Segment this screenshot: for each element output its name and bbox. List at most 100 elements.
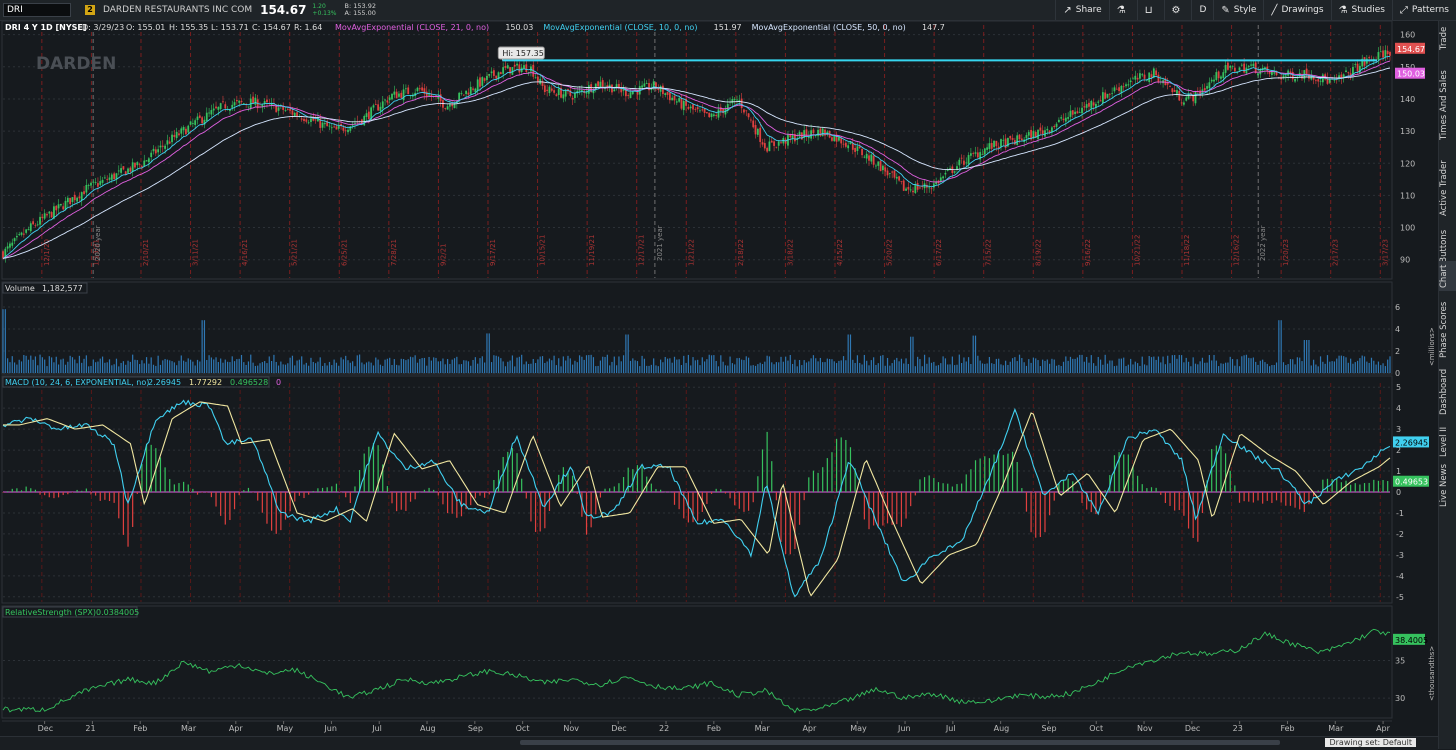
price-candle-body — [1122, 86, 1125, 88]
macd-histogram-bar — [1016, 462, 1018, 492]
macd-histogram-bar — [937, 482, 940, 492]
price-candle-body — [905, 188, 907, 191]
tab-dashboard[interactable]: Dashboard — [1439, 364, 1456, 420]
price-candle-body — [666, 92, 669, 95]
relative-strength-panel[interactable]: 35 30 <thousandths> 38.4005 RelativeStreng… — [1, 605, 1436, 719]
volume-panel[interactable]: 6 4 2 0 <millions> Volume 1,182,577 — [1, 281, 1436, 378]
volume-bar — [1104, 354, 1106, 373]
volume-bar — [849, 334, 852, 373]
macd-histogram-bar — [2, 492, 4, 493]
macd-histogram-bar — [660, 489, 662, 492]
volume-bar — [722, 361, 724, 373]
price-candle-body — [1088, 102, 1090, 107]
price-candle-body — [1108, 93, 1111, 95]
price-candle-body — [879, 160, 882, 172]
price-panel[interactable]: 12/1/20 1/13/21 2/10/21 3/11/21 4/16/21 5/21/… — [1, 21, 1425, 280]
macd-histogram-bar — [16, 488, 18, 492]
price-candle-body — [71, 197, 74, 203]
tab-times-and-sales[interactable]: Times And Sales — [1439, 61, 1456, 149]
volume-bar — [440, 361, 442, 373]
volume-bar — [261, 362, 263, 373]
volume-bar — [599, 360, 602, 373]
volume-bar — [1285, 365, 1287, 373]
price-candle-body — [886, 170, 889, 176]
volume-bar — [914, 366, 916, 373]
chart-area[interactable]: 12/1/20 1/13/21 2/10/21 3/11/21 4/16/21 5/21/… — [0, 21, 1438, 736]
price-candle-body — [1250, 64, 1252, 66]
time-axis-label: 23 — [1233, 724, 1243, 733]
price-candle-body — [851, 143, 854, 150]
drawings-button[interactable]: ╱ Drawings — [1263, 0, 1330, 20]
price-candle-body — [1389, 52, 1391, 56]
volume-bar — [831, 359, 833, 373]
volume-bar — [1208, 355, 1210, 373]
tab-level-ii[interactable]: Level II — [1439, 422, 1456, 462]
volume-bar — [310, 357, 312, 373]
macd-y-tick: 2 — [1396, 446, 1401, 455]
volume-bar — [942, 356, 944, 373]
tab-live-news[interactable]: Live News — [1439, 462, 1456, 508]
macd-histogram-bar — [1113, 455, 1116, 492]
tab-phase-scores[interactable]: Phase Scores — [1439, 296, 1456, 364]
beaker-button[interactable]: ⊔ — [1136, 0, 1164, 20]
volume-bar — [236, 359, 238, 373]
volume-bar — [412, 357, 414, 373]
interval-button[interactable]: D — [1191, 0, 1213, 20]
patterns-button[interactable]: ⤢ Patterns — [1391, 0, 1456, 20]
volume-bar — [1164, 364, 1166, 373]
bottom-scrollbar[interactable]: Drawing set: Default — [0, 736, 1438, 750]
macd-histogram-bar — [1049, 492, 1051, 516]
price-candle-body — [266, 99, 268, 103]
symbol-input[interactable] — [3, 3, 71, 17]
volume-bar — [166, 359, 169, 373]
volume-bar — [1160, 362, 1162, 373]
price-candle-body — [467, 92, 470, 95]
volume-bar — [1141, 356, 1143, 373]
price-candle-body — [807, 137, 810, 139]
price-candle-body — [1176, 90, 1178, 94]
link-group-badge[interactable]: 2 — [85, 5, 95, 15]
price-candle-body — [1294, 79, 1296, 82]
macd-histogram-bar — [1044, 492, 1046, 533]
price-candle-body — [57, 204, 60, 209]
price-candle-body — [1194, 90, 1197, 104]
macd-histogram-bar — [1234, 485, 1236, 492]
volume-bar — [796, 366, 798, 373]
macd-histogram-bar — [609, 488, 611, 492]
volume-bar — [314, 363, 317, 373]
macd-histogram-bar — [761, 449, 764, 492]
studies-button[interactable]: ⚗ Studies — [1330, 0, 1392, 20]
settings-button[interactable]: ⚙ — [1163, 0, 1192, 20]
macd-panel[interactable]: 5 4 3 2 1 0 -1 -2 -3 -4 -5 2.26945 0.49653 MACD (10… — [1, 375, 1429, 604]
volume-bar — [125, 364, 127, 373]
year-label: 2021 year — [656, 225, 664, 261]
tab-chart[interactable]: Chart — [1439, 261, 1456, 291]
flask-button[interactable]: ⚗ — [1108, 0, 1137, 20]
volume-bar — [961, 362, 963, 373]
volume-bar — [1303, 340, 1305, 373]
share-button[interactable]: ↗ Share — [1055, 0, 1108, 20]
volume-bar — [1074, 358, 1076, 373]
price-candle-body — [513, 64, 516, 67]
price-candle-body — [451, 104, 454, 107]
volume-bar — [428, 356, 430, 373]
volume-bar — [224, 359, 226, 373]
volume-bar — [548, 358, 551, 373]
volume-bar — [1273, 365, 1275, 373]
price-candle-body — [1169, 85, 1171, 87]
macd-histogram-bar — [789, 492, 791, 555]
tab-active-trader[interactable]: Active Trader — [1439, 155, 1456, 221]
price-candle-body — [238, 100, 241, 103]
volume-bar — [657, 366, 659, 373]
volume-bar — [7, 358, 9, 373]
tab-trade[interactable]: Trade — [1439, 23, 1456, 53]
volume-bar — [606, 354, 608, 373]
price-candle-body — [756, 128, 759, 135]
volume-bar — [1116, 365, 1118, 373]
style-button[interactable]: ✎ Style — [1213, 0, 1263, 20]
time-axis-label: Nov — [563, 724, 579, 733]
macd-histogram-bar — [757, 476, 759, 492]
macd-histogram-bar — [446, 492, 449, 514]
scrollbar-thumb[interactable] — [520, 740, 1280, 745]
volume-bar — [789, 354, 791, 373]
